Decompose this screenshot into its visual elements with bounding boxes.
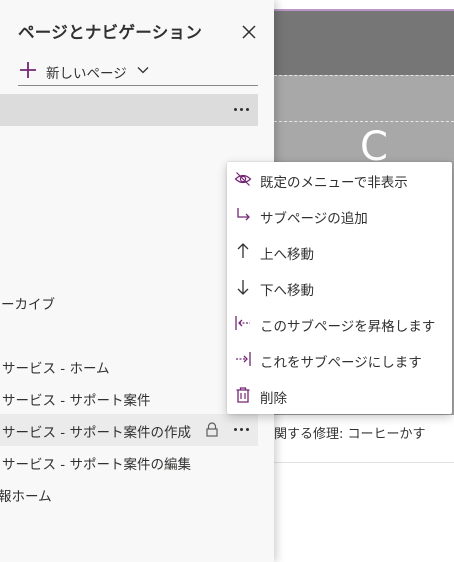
menu-item-label: これをサブページにします [260,355,422,371]
new-page-button[interactable]: 新しいページ [18,57,258,86]
more-options-button[interactable] [232,419,252,439]
panel-title: ページとナビゲーション [18,23,203,42]
nav-item-label: ーカイブ [1,297,55,313]
nav-item-selected[interactable] [0,94,258,126]
close-button[interactable] [239,22,259,42]
context-menu: 既定のメニューで非表示 サブページの追加 上へ移動 下へ移動 このサブページを昇… [227,162,452,414]
close-icon [242,25,256,39]
menu-item-label: 既定のメニューで非表示 [260,175,408,191]
arrow-up-icon [237,243,249,258]
nav-item[interactable]: サービス - サポート案件 [0,382,258,414]
nav-item-label: 報ホーム [0,489,52,505]
nav-item-hovered[interactable]: サービス - サポート案件の作成 [0,414,258,446]
header-banner [274,11,454,75]
nav-item[interactable]: 報ホーム [0,478,258,510]
nav-item-label: サービス - サポート案件の作成 [2,425,191,441]
arrow-down-icon [237,280,249,295]
section-divider [274,75,454,76]
menu-item-make-subpage[interactable]: これをサブページにします [227,342,452,378]
menu-item-label: 削除 [260,391,287,407]
menu-item-promote-subpage[interactable]: このサブページを昇格します [227,306,452,342]
hide-icon [234,172,252,186]
nav-item[interactable]: ーカイブ [0,286,258,318]
nav-item[interactable]: サービス - ホーム [0,350,258,382]
chevron-down-icon [137,67,149,74]
menu-item-move-up[interactable]: 上へ移動 [227,234,452,270]
lock-icon [206,422,218,437]
plus-icon [20,62,36,78]
nav-item[interactable]: サービス - サポート案件の編集 [0,446,258,478]
trash-icon [236,387,250,403]
menu-item-move-down[interactable]: 下へ移動 [227,270,452,306]
menu-item-add-subpage[interactable]: サブページの追加 [227,198,452,234]
menu-item-label: 下へ移動 [260,283,314,299]
section-divider [274,121,454,122]
nav-item-label: サービス - ホーム [2,361,110,377]
menu-item-label: 上へ移動 [260,247,314,263]
menu-item-hide-from-default-menu[interactable]: 既定のメニューで非表示 [227,162,452,198]
nav-item-label: サービス - サポート案件の編集 [2,457,191,473]
page-caption: 関する修理: コーヒーかす [274,427,426,442]
menu-item-label: このサブページを昇格します [260,319,436,335]
demote-icon [236,352,251,366]
menu-item-label: サブページの追加 [260,211,368,227]
add-subpage-icon [237,208,250,221]
promote-icon [235,316,250,330]
nav-item-label: サービス - サポート案件 [2,393,151,409]
new-page-label: 新しいページ [46,66,127,82]
menu-item-delete[interactable]: 削除 [227,378,452,414]
section-divider [274,462,454,463]
more-options-button[interactable] [232,99,252,119]
